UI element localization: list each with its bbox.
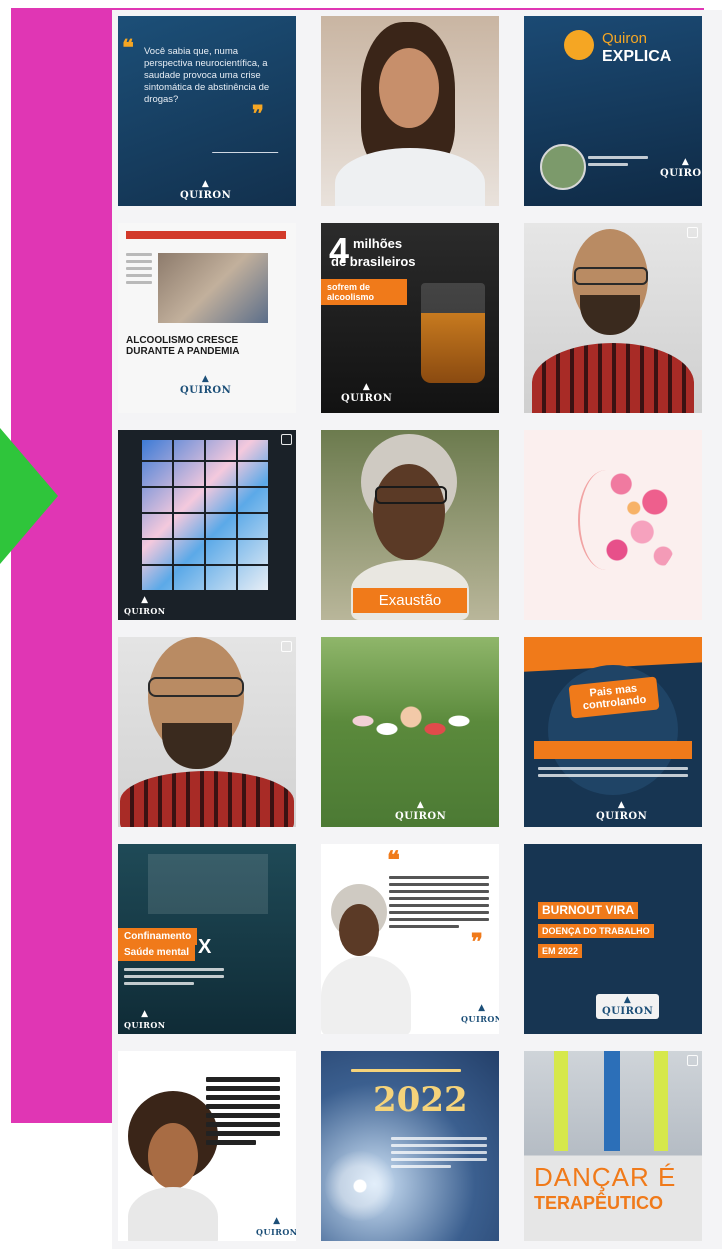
versus-x: X [198, 936, 212, 958]
dancing-legs [534, 1051, 694, 1151]
post-tile-group-photo[interactable]: QUIRON [321, 637, 499, 827]
newspaper-header-bar [126, 231, 286, 239]
burnout-line-1: BURNOUT VIRA [538, 902, 638, 920]
man-plaid-shirt [120, 771, 294, 827]
flower-cluster [596, 460, 680, 580]
post-tile-testimonial[interactable]: ❝ ❞ QUIRON [321, 844, 499, 1034]
post-tile-floral-illustration[interactable] [524, 430, 702, 620]
brand-name: Quiron [602, 30, 648, 47]
caption-confinamento: Confinamento [118, 928, 198, 946]
quiron-logo: QUIRON [341, 383, 392, 404]
title-script-line [351, 1069, 461, 1076]
post-tile-new-year[interactable]: 2022 [321, 1051, 499, 1241]
body-text-lines [538, 767, 688, 781]
man-beard [580, 295, 640, 335]
multi-post-icon [281, 434, 292, 445]
open-quote-mark: ❝ [387, 847, 400, 874]
sparkler-burst [325, 1151, 395, 1221]
stat-line-2: de brasileiros [331, 254, 416, 269]
explica-title: EXPLICA [602, 48, 672, 65]
multi-post-icon [687, 227, 698, 238]
woman-glasses [375, 486, 447, 504]
quiron-logo: QUIRON [256, 1217, 296, 1237]
burnout-line-2: DOENÇA DO TRABALHO [538, 924, 654, 939]
video-caption: Exaustão [353, 588, 467, 613]
quiron-logo: QUIRON [596, 994, 660, 1019]
woman-shirt [335, 148, 485, 206]
man-glasses [148, 677, 244, 697]
man-beard [162, 723, 232, 769]
open-quote-mark: ❝ [122, 35, 134, 60]
close-quote-mark: ❞ [471, 929, 483, 954]
year-number: 2022 [373, 1080, 468, 1120]
testimonial-text-lines [389, 876, 489, 932]
post-tile-man-funny-face[interactable] [118, 637, 296, 827]
woman-face [373, 464, 445, 560]
headline-line-1: DANÇAR É [534, 1162, 677, 1192]
woman-shirt [128, 1187, 218, 1241]
quote-text: Você sabia que, numa perspectiva neuroci… [144, 46, 270, 105]
burnout-line-3: EM 2022 [538, 944, 583, 959]
multi-post-icon [281, 641, 292, 652]
post-tile-newspaper[interactable]: ALCOOLISMO CRESCE DURANTE A PANDEMIA QUI… [118, 223, 296, 413]
glass-of-drink [421, 283, 485, 383]
artwork-collage [142, 440, 268, 590]
signature [211, 142, 283, 153]
quiron-logo: QUIRON [124, 596, 166, 616]
title-text-lines [206, 1077, 280, 1149]
speaker-avatar [540, 144, 586, 190]
post-tile-quote[interactable]: ❝ Você sabia que, numa perspectiva neuro… [118, 16, 296, 206]
post-tile-quiron-explica[interactable]: Quiron EXPLICA QUIRON [524, 16, 702, 206]
post-tile-video-exaustao[interactable]: Exaustão [321, 430, 499, 620]
quiron-logo: QUIRON [124, 1010, 166, 1030]
post-tile-woman-portrait[interactable] [321, 16, 499, 206]
quiron-logo: QUIRON [660, 158, 702, 179]
post-tile-alcohol-stats[interactable]: 4 milhões de brasileiros sofrem de alcoo… [321, 223, 499, 413]
quiron-logo: QUIRON [596, 801, 647, 822]
stat-line-1: milhões [353, 236, 403, 251]
caption-saude-mental: Saúde mental [118, 944, 196, 962]
post-tile-curly-hair-woman[interactable]: QUIRON [118, 1051, 296, 1241]
stat-tag: sofrem de alcoolismo [321, 279, 407, 306]
quiron-logo: QUIRON [395, 801, 446, 822]
woman-face [339, 904, 379, 956]
green-arrow-shape [0, 428, 58, 564]
newspaper-headline: ALCOOLISMO CRESCE DURANTE A PANDEMIA [126, 335, 240, 358]
woman-face [148, 1123, 198, 1189]
quiron-logo: QUIRON [180, 375, 231, 396]
microphone-icon [564, 30, 594, 60]
orange-banner [534, 741, 692, 759]
man-glasses [574, 267, 648, 285]
headline-line-2: TERAPÊUTICO [534, 1193, 664, 1213]
post-tile-art-wall[interactable]: QUIRON [118, 430, 296, 620]
group-of-people [351, 697, 471, 777]
body-text-lines [391, 1137, 487, 1172]
post-tile-man-smiling[interactable] [524, 223, 702, 413]
speaker-text-lines [588, 156, 648, 170]
quiron-logo: QUIRON [461, 1004, 499, 1024]
newspaper-text-lines [126, 253, 152, 288]
building-silhouette [148, 854, 268, 914]
close-quote-mark: ❞ [252, 101, 264, 126]
body-text-lines [124, 968, 224, 989]
man-plaid-shirt [532, 343, 694, 413]
post-tile-confinamento[interactable]: Confinamento Saúde mental X QUIRON [118, 844, 296, 1034]
post-tile-dancar-terapeutico[interactable]: DANÇAR É TERAPÊUTICO [524, 1051, 702, 1241]
newspaper-photo [158, 253, 268, 323]
post-tile-pais-controlando[interactable]: Pais mas controlando QUIRON [524, 637, 702, 827]
woman-face [379, 48, 439, 128]
instagram-post-grid: ❝ Você sabia que, numa perspectiva neuro… [112, 10, 722, 1249]
post-tile-burnout[interactable]: BURNOUT VIRA DOENÇA DO TRABALHO EM 2022 … [524, 844, 702, 1034]
woman-shirt [321, 956, 411, 1034]
quiron-logo: QUIRON [180, 180, 231, 201]
